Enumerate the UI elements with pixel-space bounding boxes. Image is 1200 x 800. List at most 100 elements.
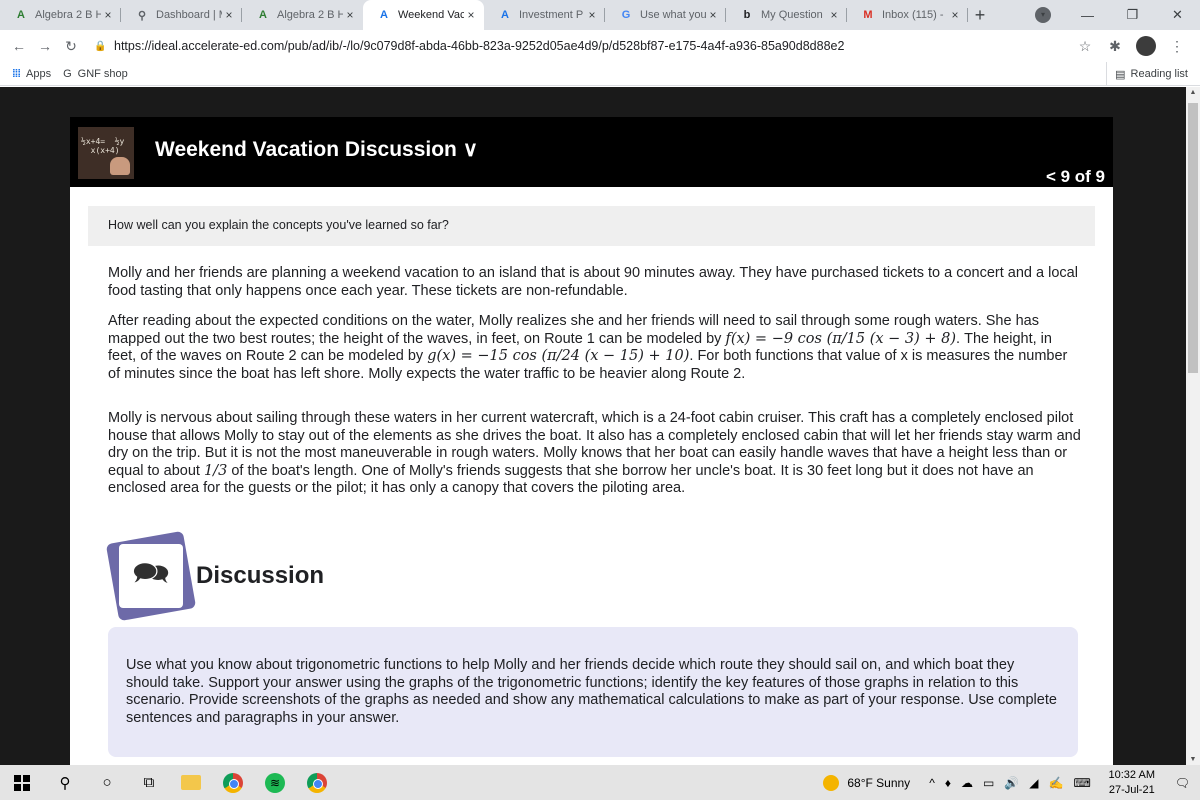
discussion-prompt-text: Use what you know about trigonometric fu… [126,657,1057,726]
route-2-formula: g(x) = −15 cos (π/24 (x − 15) + 10) [427,348,690,364]
fraction-one-third: 1/3 [203,462,228,479]
tab-label: Use what you [640,9,706,21]
clock[interactable]: 10:32 AM 27-Jul-21 [1102,768,1162,798]
tab-weekend-vacation[interactable]: A Weekend Vac × [363,0,484,30]
url-text[interactable]: https://ideal.accelerate-ed.com/pub/ad/i… [114,39,844,53]
tab-search-icon[interactable]: ▾ [1035,7,1051,23]
show-hidden-icons[interactable]: ^ [929,776,935,790]
defender-icon[interactable]: ♦ [945,776,951,790]
reading-list-icon: ▤ [1115,68,1126,81]
bartleby-icon: b [743,9,751,21]
discussion-prompt-box: Use what you know about trigonometric fu… [108,627,1078,757]
tab-google-search[interactable]: G Use what you × [605,0,726,30]
chrome-profile-taskbar-button[interactable] [296,765,338,800]
battery-icon[interactable]: ▭ [983,776,994,790]
close-tab-icon[interactable]: × [222,8,236,22]
close-tab-icon[interactable]: × [101,8,115,22]
reading-list-button[interactable]: ▤ Reading list [1106,62,1188,86]
clock-time: 10:32 AM [1108,768,1155,781]
close-tab-icon[interactable]: × [464,8,478,22]
volume-icon[interactable]: 🔊 [1004,776,1019,790]
weather-text[interactable]: 68°F Sunny [847,776,910,790]
tab-investment[interactable]: A Investment P × [484,0,605,30]
google-icon: G [63,67,72,80]
gmail-icon: M [863,9,873,21]
bookmark-star-icon[interactable]: ☆ [1070,38,1100,55]
minimize-icon[interactable]: — [1065,8,1110,23]
folder-icon [181,775,201,790]
weather-sun-icon[interactable] [823,774,840,791]
address-bar[interactable]: 🔒 https://ideal.accelerate-ed.com/pub/ad… [94,33,1094,59]
scenario-paragraph-3: Molly is nervous about sailing through t… [108,410,1083,498]
lesson-title[interactable]: Weekend Vacation Discussion ∨ [155,137,478,162]
tab-my-questions[interactable]: b My Question × [726,0,847,30]
lesson-header: ½x+4= ½y x(x+4) Weekend Vacation Discuss… [70,117,1113,187]
wifi-icon[interactable]: ◢ [1029,776,1038,790]
scroll-up-icon[interactable]: ▲ [1186,89,1200,96]
bookmark-apps[interactable]: ⁞⁞⁞ Apps [12,68,51,80]
onedrive-icon[interactable]: ☁ [961,776,973,790]
extensions-icon[interactable]: ✱ [1100,38,1130,55]
bookmark-label: GNF shop [77,67,128,80]
google-icon: G [621,9,631,21]
apps-grid-icon: ⁞⁞⁞ [12,67,21,80]
tab-dashboard[interactable]: ⚲ Dashboard | M × [121,0,242,30]
lesson-logo: ½x+4= ½y x(x+4) [78,127,134,179]
bookmarks-bar: ⁞⁞⁞ Apps G GNF shop ▤ Reading list [0,62,1200,86]
bookmark-gnf-shop[interactable]: G GNF shop [63,68,128,80]
route-1-formula: f(x) = −9 cos (π/15 (x − 3) + 8) [725,330,957,347]
clock-date: 27-Jul-21 [1108,783,1155,796]
restore-icon[interactable]: ❐ [1110,7,1155,23]
lesson-content: How well can you explain the concepts yo… [70,187,1113,765]
page-indicator[interactable]: < 9 of 9 [1046,167,1105,187]
tab-label: Algebra 2 B H [277,9,343,21]
system-tray: 68°F Sunny ^ ♦ ☁ ▭ 🔊 ◢ ✍ ⌨ 10:32 AM 27-J… [823,765,1200,800]
logo-chalk-text: ½x+4= ½y x(x+4) [81,137,125,155]
tab-inbox[interactable]: M Inbox (115) - × [847,0,968,30]
tab-algebra-1[interactable]: A Algebra 2 B H × [0,0,121,30]
scenario-paragraph-2: After reading about the expected conditi… [108,313,1083,383]
reading-list-label: Reading list [1130,68,1188,80]
profile-avatar[interactable] [1136,36,1156,56]
forward-icon[interactable]: → [32,38,58,54]
browser-toolbar: ← → ↻ 🔒 https://ideal.accelerate-ed.com/… [0,30,1200,62]
start-button[interactable] [0,765,44,800]
chrome-icon [223,772,243,793]
chrome-taskbar-button[interactable] [212,765,254,800]
task-view-icon[interactable]: ⧉ [128,765,170,800]
discussion-heading: Discussion [196,562,325,589]
discussion-badge: 🗪 [105,530,197,622]
scrollbar-thumb[interactable] [1188,103,1198,373]
browser-menu-icon[interactable]: ⋮ [1162,38,1192,55]
accelerate-tab-icon: A [501,9,509,21]
close-window-icon[interactable]: ✕ [1155,7,1200,23]
window-controls: ▾ — ❐ ✕ [1035,0,1200,30]
back-icon[interactable]: ← [6,38,32,54]
discussion-chat-icon: 🗪 [119,544,183,608]
close-tab-icon[interactable]: × [343,8,357,22]
close-tab-icon[interactable]: × [585,8,599,22]
lock-icon[interactable]: 🔒 [94,41,108,52]
pen-icon[interactable]: ✍ [1048,776,1063,790]
spotify-taskbar-button[interactable]: ≋ [254,765,296,800]
web-page: ½x+4= ½y x(x+4) Weekend Vacation Discuss… [0,87,1186,765]
scroll-down-icon[interactable]: ▼ [1186,756,1200,763]
new-tab-button[interactable]: + [968,0,992,30]
keyboard-icon[interactable]: ⌨ [1073,776,1090,790]
reload-icon[interactable]: ↻ [58,38,84,55]
tab-label: Weekend Vac [398,9,464,21]
tab-algebra-2[interactable]: A Algebra 2 B H × [242,0,363,30]
algebra-tab-icon: A [17,9,25,21]
bookmark-label: Apps [26,67,52,80]
tab-label: Inbox (115) - [882,9,944,21]
close-tab-icon[interactable]: × [706,8,720,22]
close-tab-icon[interactable]: × [948,8,962,22]
page-scrollbar[interactable]: ▲ ▼ [1186,87,1200,765]
close-tab-icon[interactable]: × [827,8,841,22]
file-explorer-button[interactable] [170,765,212,800]
tab-label: Investment P [519,9,584,21]
search-icon[interactable]: ⚲ [44,765,86,800]
algebra-tab-icon: A [259,9,267,21]
notification-icon[interactable]: 🗨 [1175,776,1190,790]
cortana-icon[interactable]: ○ [86,765,128,800]
